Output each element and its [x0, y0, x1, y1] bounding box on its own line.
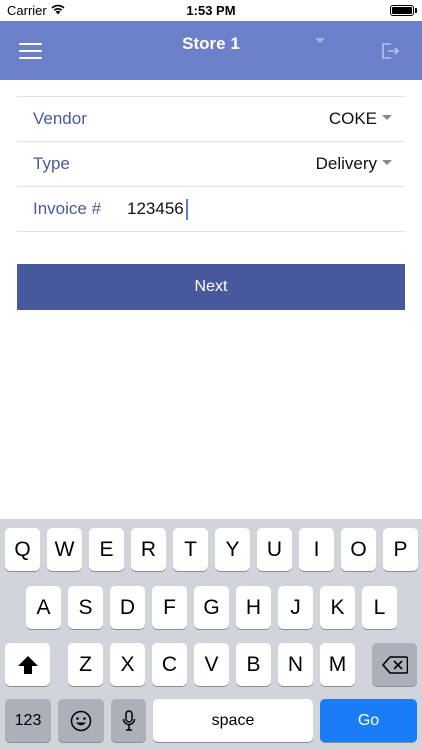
type-row: Type Delivery — [17, 142, 405, 187]
key-a[interactable]: A — [26, 586, 61, 629]
key-s[interactable]: S — [68, 586, 103, 629]
go-key[interactable]: Go — [320, 699, 417, 742]
key-j[interactable]: J — [278, 586, 313, 629]
key-x[interactable]: X — [110, 643, 145, 686]
key-z[interactable]: Z — [68, 643, 103, 686]
delete-key[interactable] — [372, 643, 417, 686]
numbers-key[interactable]: 123 — [5, 699, 51, 742]
vendor-row: Vendor COKE — [17, 97, 405, 142]
microphone-icon — [122, 710, 135, 731]
navigation-bar: Store 1 — [0, 21, 422, 80]
shift-arrow-icon — [17, 656, 38, 674]
logout-icon[interactable] — [380, 42, 400, 60]
key-c[interactable]: C — [152, 643, 187, 686]
vendor-select[interactable] — [17, 97, 405, 141]
key-v[interactable]: V — [194, 643, 229, 686]
key-l[interactable]: L — [362, 586, 397, 629]
key-i[interactable]: I — [299, 528, 334, 571]
invoice-number-input[interactable] — [127, 195, 377, 223]
microphone-key[interactable] — [111, 699, 146, 742]
key-e[interactable]: E — [89, 528, 124, 571]
invoice-label: Invoice # — [33, 199, 102, 218]
key-o[interactable]: O — [341, 528, 376, 571]
key-k[interactable]: K — [320, 586, 355, 629]
key-n[interactable]: N — [278, 643, 313, 686]
key-h[interactable]: H — [236, 586, 271, 629]
invoice-form: Vendor COKE Type Delivery Invoice # — [17, 96, 405, 232]
battery-tip — [415, 8, 417, 13]
key-t[interactable]: T — [173, 528, 208, 571]
clock-time: 1:53 PM — [186, 3, 236, 18]
invoice-row: Invoice # — [17, 187, 405, 232]
key-m[interactable]: M — [320, 643, 355, 686]
shift-key[interactable] — [5, 643, 50, 686]
key-f[interactable]: F — [152, 586, 187, 629]
onscreen-keyboard: Q W E R T Y U I O P A S D F G H J K L Z … — [0, 519, 422, 750]
next-button[interactable]: Next — [17, 264, 405, 310]
key-r[interactable]: R — [131, 528, 166, 571]
key-p[interactable]: P — [383, 528, 418, 571]
text-cursor — [186, 199, 188, 220]
key-w[interactable]: W — [47, 528, 82, 571]
key-g[interactable]: G — [194, 586, 229, 629]
key-u[interactable]: U — [257, 528, 292, 571]
key-b[interactable]: B — [236, 643, 271, 686]
type-select[interactable] — [17, 142, 405, 186]
caret-down-icon[interactable] — [315, 38, 325, 43]
key-d[interactable]: D — [110, 586, 145, 629]
emoji-key[interactable] — [58, 699, 104, 742]
app-screen: Carrier 1:53 PM Store 1 Vendor COKE Type… — [0, 0, 422, 750]
backspace-icon — [381, 656, 408, 674]
space-key[interactable]: space — [153, 699, 313, 742]
store-title[interactable]: Store 1 — [0, 34, 422, 54]
emoji-icon — [70, 710, 92, 732]
battery-icon — [390, 5, 414, 16]
status-bar: Carrier 1:53 PM — [0, 0, 422, 21]
key-q[interactable]: Q — [5, 528, 40, 571]
key-y[interactable]: Y — [215, 528, 250, 571]
